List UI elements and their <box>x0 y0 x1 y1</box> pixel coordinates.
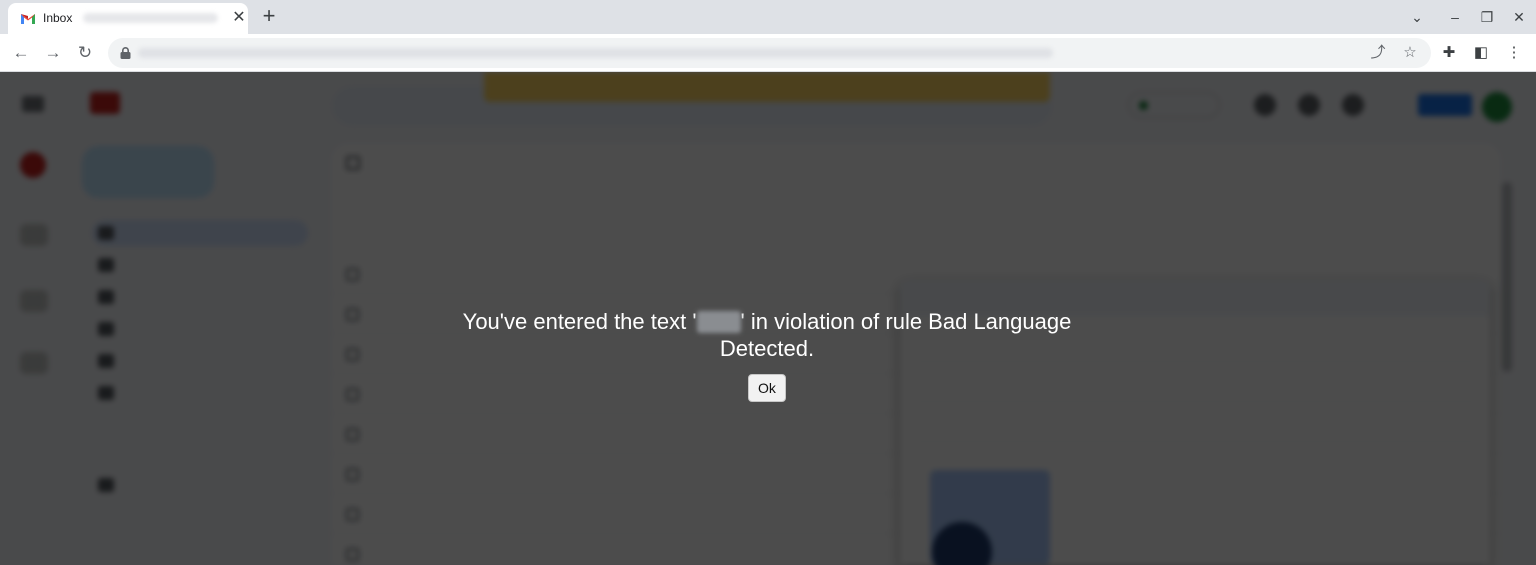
violation-message-suffix: ' in violation of rule Bad Language Dete… <box>719 309 1072 361</box>
minimize-icon[interactable]: – <box>1446 8 1464 26</box>
violation-message-prefix: You've entered the text ' <box>462 309 697 334</box>
close-window-icon[interactable]: ✕ <box>1510 8 1528 26</box>
forward-icon[interactable]: → <box>40 40 66 66</box>
browser-toolbar: ← → ↻ ⤴ ☆ ✚ ◧ ⋮ <box>0 34 1536 72</box>
tab-title-redacted <box>83 13 218 23</box>
browser-menu-icon[interactable]: ⋮ <box>1503 42 1525 64</box>
share-icon[interactable]: ⤴ <box>1368 43 1388 63</box>
violation-message: You've entered the text ' ' in violation … <box>417 308 1117 362</box>
reload-icon[interactable]: ↻ <box>72 40 98 66</box>
tab-title: Inbox <box>43 11 73 25</box>
side-panel-icon[interactable]: ◧ <box>1470 42 1492 64</box>
address-bar[interactable]: ⤴ ☆ <box>108 38 1431 68</box>
extensions-icon[interactable]: ✚ <box>1438 42 1460 64</box>
browser-tabstrip: Inbox ✕ + ⌄ – ❐ ✕ <box>0 0 1536 34</box>
ok-button[interactable]: Ok <box>748 374 786 402</box>
restore-icon[interactable]: ❐ <box>1478 8 1496 26</box>
redacted-entered-text <box>696 311 741 333</box>
violation-dialog: You've entered the text ' ' in violation … <box>417 308 1117 402</box>
url-redacted <box>138 48 1053 58</box>
browser-tab-inbox[interactable]: Inbox ✕ <box>8 3 248 34</box>
bookmark-star-icon[interactable]: ☆ <box>1400 43 1420 63</box>
lock-icon <box>120 47 131 59</box>
gmail-icon <box>21 14 35 24</box>
new-tab-button[interactable]: + <box>258 5 280 28</box>
close-tab-icon[interactable]: ✕ <box>230 9 248 27</box>
back-icon[interactable]: ← <box>8 40 34 66</box>
tab-search-icon[interactable]: ⌄ <box>1408 8 1426 26</box>
